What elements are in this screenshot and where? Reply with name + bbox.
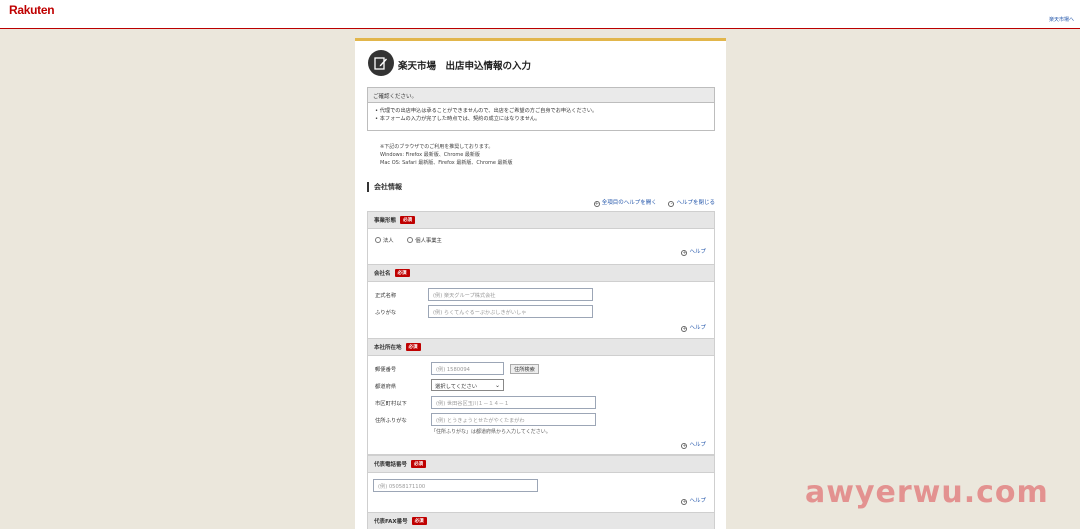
plus-icon: + [593,201,600,207]
required-badge: 必須 [400,216,416,224]
prefecture-label: 都道府県 [375,384,397,390]
page-title: 楽天市場 出店申込情報の入力 [398,61,532,72]
minus-icon: - [668,201,675,207]
notice-box: ご確認ください。 代理での出店申込は承ることができませんので、出店をご希望の方ご… [367,87,715,131]
required-badge: 必須 [394,269,410,277]
watermark: awyerwu.com [805,475,1049,510]
official-name-input[interactable]: (例) 楽天グループ株式会社 [428,288,593,301]
company-kana-input[interactable]: (例) らくてんぐるーぷかぶしきがいしゃ [428,305,593,318]
phone-label: 代表電話番号 必須 [368,456,714,473]
close-help-link[interactable]: - ヘルプを閉じる [668,200,715,207]
official-name-label: 正式名称 [375,293,397,299]
plus-icon: + [681,499,688,505]
notice-item: 代理での出店申込は承ることができませんので、出店をご希望の方ご自身でお申込くださ… [375,107,707,115]
notice-item: 本フォームの入力が完了した時点では、契約の成立にはなりません。 [375,115,707,123]
browser-recommendation: ※下記のブラウザでのご利用を推奨しております。 Windows: Firefox… [380,143,513,167]
fax-label: 代表FAX番号 必須 [368,513,714,529]
help-toggle[interactable]: + ヘルプ [681,247,706,256]
address-search-button[interactable]: 住所検索 [510,364,539,374]
browser-windows: Windows: Firefox 最新版、Chrome 最新版 [380,152,480,158]
notice-heading: ご確認ください。 [368,88,714,103]
business-type-radios: 法人 個人事業主 [375,236,442,244]
prefecture-select[interactable]: 選択してください ⌄ [431,379,504,391]
fax-block: 代表FAX番号 必須 [367,512,715,529]
address-kana-input[interactable]: (例) とうきょうとせたがやくたまがわ [431,413,596,426]
browser-note: ※下記のブラウザでのご利用を推奨しております。 [380,144,494,150]
radio-corporation[interactable]: 法人 [375,237,394,244]
chevron-down-icon: ⌄ [494,382,500,389]
help-toggle[interactable]: + ヘルプ [681,323,706,332]
open-all-help-link[interactable]: + 全項目のヘルプを開く [593,200,657,207]
address-label: 本社所在地 必須 [368,339,714,356]
address-kana-note: 「住所ふりがな」は都道府県から入力してください。 [431,429,551,435]
plus-icon: + [681,326,688,332]
required-badge: 必須 [405,343,421,351]
top-bar: Rakuten 楽天市場へ [0,0,1080,29]
radio-sole-proprietor[interactable]: 個人事業主 [407,237,442,244]
plus-icon: + [681,250,688,256]
company-name-label: 会社名 必須 [368,265,714,282]
help-toggle[interactable]: + ヘルプ [681,496,706,505]
plus-icon: + [681,443,688,449]
application-form-panel: 楽天市場 出店申込情報の入力 ご確認ください。 代理での出店申込は承ることができ… [355,38,726,529]
edit-document-icon [368,50,394,76]
required-badge: 必須 [411,460,427,468]
city-label: 市区町村以下 [375,401,407,407]
section-title-company-info: 会社情報 [367,182,402,192]
company-name-block: 会社名 必須 [367,264,715,340]
help-links: + 全項目のヘルプを開く - ヘルプを閉じる [584,198,715,207]
browser-mac: Mac OS: Safari 最新版、Firefox 最新版、Chrome 最新… [380,160,513,166]
rakuten-logo[interactable]: Rakuten [9,3,55,17]
required-badge: 必須 [411,517,427,525]
phone-input[interactable]: (例) 05058171100 [373,479,538,492]
postal-input[interactable]: (例) 1580094 [431,362,504,375]
city-input[interactable]: (例) 世田谷区玉川１－１４－１ [431,396,596,409]
help-toggle[interactable]: + ヘルプ [681,440,706,449]
business-type-label: 事業形態 必須 [368,212,714,229]
company-kana-label: ふりがな [375,310,397,316]
top-link-rakuten-ichiba[interactable]: 楽天市場へ [1049,16,1074,23]
address-kana-label: 住所ふりがな [375,418,407,424]
postal-label: 郵便番号 [375,367,397,373]
